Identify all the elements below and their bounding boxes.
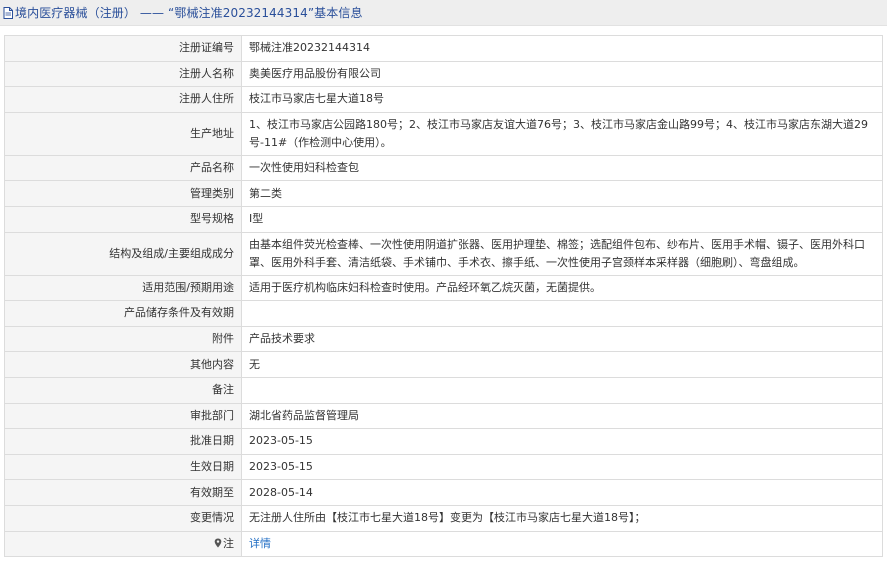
row-label: 注册人名称	[4, 60, 242, 88]
row-label: 备注	[4, 376, 242, 404]
row-value: 详情	[241, 530, 883, 558]
row-label: 注册证编号	[4, 35, 242, 62]
row-label: 附件	[4, 325, 242, 353]
row-label: 其他内容	[4, 351, 242, 378]
row-value: 第二类	[241, 180, 883, 207]
row-value	[241, 376, 883, 404]
row-value: Ⅰ型	[241, 205, 883, 233]
row-label: 生产地址	[4, 111, 242, 156]
table-row: 附件 产品技术要求	[4, 325, 883, 353]
note-label: 注	[4, 530, 242, 558]
table-row: 批准日期 2023-05-15	[4, 428, 883, 455]
row-label: 批准日期	[4, 428, 242, 455]
table-row: 备注	[4, 376, 883, 404]
row-label: 管理类别	[4, 180, 242, 207]
row-label: 变更情况	[4, 504, 242, 532]
row-label: 有效期至	[4, 479, 242, 506]
table-row: 结构及组成/主要组成成分 由基本组件荧光检查棒、一次性使用阴道扩张器、医用护理垫…	[4, 231, 883, 276]
table-row: 变更情况 无注册人住所由【枝江市七星大道18号】变更为【枝江市马家店七星大道18…	[4, 504, 883, 532]
row-value: 2028-05-14	[241, 479, 883, 506]
row-value: 产品技术要求	[241, 325, 883, 353]
row-label: 产品名称	[4, 154, 242, 182]
row-label: 注册人住所	[4, 86, 242, 113]
table-row: 注册人住所 枝江市马家店七星大道18号	[4, 86, 883, 113]
table-row: 生产地址 1、枝江市马家店公园路180号；2、枝江市马家店友谊大道76号；3、枝…	[4, 111, 883, 156]
pin-icon	[214, 538, 222, 548]
row-value: 1、枝江市马家店公园路180号；2、枝江市马家店友谊大道76号；3、枝江市马家店…	[241, 111, 883, 156]
info-table: 注册证编号 鄂械注准20232144314 注册人名称 奥美医疗用品股份有限公司…	[4, 35, 883, 558]
row-value: 由基本组件荧光检查棒、一次性使用阴道扩张器、医用护理垫、棉签；选配组件包布、纱布…	[241, 231, 883, 276]
row-value: 2023-05-15	[241, 453, 883, 481]
table-row: 型号规格 Ⅰ型	[4, 205, 883, 233]
row-value: 无	[241, 351, 883, 378]
row-label: 产品储存条件及有效期	[4, 300, 242, 327]
row-value: 一次性使用妇科检查包	[241, 154, 883, 182]
row-label: 生效日期	[4, 453, 242, 481]
row-label: 结构及组成/主要组成成分	[4, 231, 242, 276]
table-row: 注 详情	[4, 530, 883, 558]
row-value: 无注册人住所由【枝江市七星大道18号】变更为【枝江市马家店七星大道18号】；	[241, 504, 883, 532]
row-label: 型号规格	[4, 205, 242, 233]
note-label-text: 注	[223, 536, 234, 550]
row-label: 审批部门	[4, 402, 242, 430]
table-row: 其他内容 无	[4, 351, 883, 378]
table-row: 管理类别 第二类	[4, 180, 883, 207]
table-row: 有效期至 2028-05-14	[4, 479, 883, 506]
document-icon	[3, 6, 13, 19]
row-value: 枝江市马家店七星大道18号	[241, 86, 883, 113]
table-row: 生效日期 2023-05-15	[4, 453, 883, 481]
row-value	[241, 300, 883, 327]
row-value: 湖北省药品监督管理局	[241, 402, 883, 430]
table-row: 审批部门 湖北省药品监督管理局	[4, 402, 883, 430]
table-row: 适用范围/预期用途 适用于医疗机构临床妇科检查时使用。产品经环氧乙烷灭菌，无菌提…	[4, 274, 883, 302]
table-row: 产品名称 一次性使用妇科检查包	[4, 154, 883, 182]
row-value: 鄂械注准20232144314	[241, 35, 883, 62]
row-label: 适用范围/预期用途	[4, 274, 242, 302]
row-value: 2023-05-15	[241, 428, 883, 455]
table-row: 注册证编号 鄂械注准20232144314	[4, 35, 883, 62]
page-title: 境内医疗器械（注册） —— “鄂械注准20232144314”基本信息	[15, 6, 363, 20]
row-value: 适用于医疗机构临床妇科检查时使用。产品经环氧乙烷灭菌，无菌提供。	[241, 274, 883, 302]
details-link[interactable]: 详情	[249, 537, 271, 550]
table-row: 产品储存条件及有效期	[4, 300, 883, 327]
row-value: 奥美医疗用品股份有限公司	[241, 60, 883, 88]
table-row: 注册人名称 奥美医疗用品股份有限公司	[4, 60, 883, 88]
page-header: 境内医疗器械（注册） —— “鄂械注准20232144314”基本信息	[0, 0, 887, 26]
